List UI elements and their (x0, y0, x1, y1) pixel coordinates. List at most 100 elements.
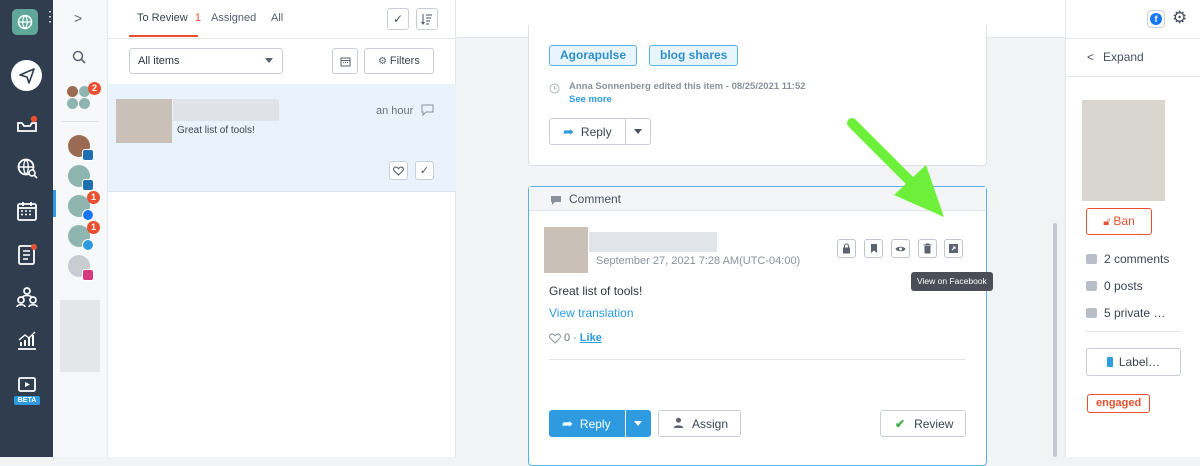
review-check-button[interactable]: ✓ (415, 161, 434, 180)
sort-button[interactable] (416, 8, 438, 30)
reply-icon: ➦ (562, 415, 573, 431)
inbox-icon[interactable] (12, 110, 42, 140)
private-count: 5 private … (1104, 306, 1166, 320)
check-icon: ✔ (895, 416, 906, 431)
app-logo[interactable] (12, 9, 38, 35)
reply-dropdown-button[interactable] (626, 410, 651, 437)
posts-count: 0 posts (1104, 279, 1143, 293)
tag-blog-shares[interactable]: blog shares (649, 45, 739, 66)
tag-agorapulse[interactable]: Agorapulse (549, 45, 638, 66)
label-button[interactable]: Label… (1086, 348, 1181, 376)
eye-icon (895, 246, 906, 251)
comment-reply-button[interactable]: ➦ Reply (549, 410, 625, 437)
review-button[interactable]: ✔ Review (880, 410, 966, 437)
main-nav: ⋮ BETA (0, 0, 57, 457)
list-item[interactable]: an hour Great list of tools! ✓ (108, 84, 456, 192)
tooltip: View on Facebook (911, 272, 993, 291)
conversation-feed: Agorapulse blog shares Anna Sonnenberg e… (456, 0, 1065, 466)
profile-active-indicator (53, 190, 56, 217)
history-text: Anna Sonnenberg edited this item - 08/25… (569, 81, 806, 92)
divider (1086, 331, 1181, 332)
history-icon (549, 81, 560, 99)
divider (1066, 76, 1200, 77)
tab-assigned[interactable]: Assigned (211, 12, 256, 24)
reports-list-icon[interactable] (12, 239, 42, 269)
item-avatar (116, 99, 172, 143)
collapse-chevron-icon[interactable]: > (74, 10, 82, 26)
more-icon[interactable]: ⋮ (43, 9, 57, 31)
lock-icon: 🔓︎ (1103, 216, 1114, 228)
comment-icon (421, 103, 434, 121)
publish-icon[interactable] (11, 60, 42, 91)
reply-icon: ➦ (563, 123, 574, 139)
like-button[interactable] (389, 161, 408, 180)
calendar-filter-button[interactable] (332, 48, 358, 74)
expand-link[interactable]: < Expand (1087, 50, 1144, 64)
calendar-icon (340, 57, 350, 66)
view-on-facebook-action[interactable] (944, 239, 963, 258)
item-author-blurred (173, 99, 279, 121)
search-icon[interactable] (72, 50, 86, 69)
divider (549, 359, 966, 360)
comments-count: 2 comments (1104, 252, 1170, 266)
chevron-down-icon (634, 129, 642, 134)
user-icon (673, 417, 684, 431)
calendar-icon[interactable] (12, 196, 42, 226)
filters-icon: ⚙ (378, 56, 390, 67)
profile-linkedin-2[interactable] (68, 165, 94, 191)
private-stat: 5 private … (1086, 306, 1165, 320)
assign-label: Assign (692, 416, 729, 431)
comment-header-label: Comment (569, 192, 622, 206)
reply-button[interactable]: ➦ Reply (549, 118, 651, 145)
item-text: Great list of tools! (177, 125, 255, 136)
heart-icon (549, 332, 561, 344)
comment-icon (550, 193, 562, 211)
ban-label: Ban (1113, 214, 1135, 228)
comment-author-blurred (589, 232, 717, 252)
view-translation-link[interactable]: View translation (549, 306, 634, 320)
inbox-list: To Review 1 Assigned All ✓ All items ⚙ F… (108, 0, 456, 457)
comments-stat: 2 comments (1086, 252, 1169, 266)
delete-action[interactable] (918, 239, 937, 258)
filters-button[interactable]: ⚙ Filters (364, 48, 434, 74)
feed-scrollbar[interactable] (1053, 223, 1057, 457)
facebook-icon (82, 209, 94, 221)
posts-stat: 0 posts (1086, 279, 1143, 293)
items-select[interactable]: All items (129, 48, 283, 74)
tab-all[interactable]: All (271, 12, 283, 24)
analytics-icon[interactable] (12, 325, 42, 355)
annotation-arrow (847, 118, 944, 217)
tab-to-review[interactable]: To Review 1 (137, 12, 201, 24)
bookmark-icon (870, 244, 877, 253)
settings-gear-icon[interactable]: ⚙ (1172, 8, 1187, 28)
filters-label: Filters (389, 55, 420, 67)
assign-button[interactable]: Assign (658, 410, 741, 437)
engaged-label[interactable]: engaged (1087, 394, 1151, 413)
twitter-icon (82, 239, 94, 251)
linkedin-icon (82, 149, 94, 161)
chevron-down-icon (634, 421, 642, 426)
likes-count: 0 (564, 332, 571, 344)
lock-action[interactable] (837, 239, 856, 258)
see-more-link[interactable]: See more (569, 94, 612, 105)
hide-action[interactable] (891, 239, 910, 258)
envelope-icon (1086, 308, 1097, 318)
items-select-value: All items (138, 55, 180, 67)
review-label: Review (914, 416, 954, 431)
users-icon[interactable] (12, 282, 42, 312)
check-all-button[interactable]: ✓ (387, 8, 409, 30)
profile-facebook-badge: 1 (87, 191, 100, 204)
like-link[interactable]: Like (580, 332, 602, 344)
reply-label: Reply (580, 124, 612, 139)
profile-linkedin-1[interactable] (68, 135, 94, 161)
comment-likes: 0 · Like (549, 332, 602, 344)
contact-panel: f ⚙ < Expand 🔓︎ Ban 2 comments 0 posts 5 … (1065, 0, 1200, 457)
chevron-down-icon (265, 58, 273, 63)
listening-icon[interactable] (12, 153, 42, 183)
profile-instagram[interactable] (68, 255, 94, 281)
bookmark-action[interactable] (864, 239, 883, 258)
ban-button[interactable]: 🔓︎ Ban (1086, 208, 1152, 235)
label-button-text: Label… (1118, 355, 1161, 369)
linkedin-icon (82, 179, 94, 191)
external-link-icon (949, 244, 958, 253)
